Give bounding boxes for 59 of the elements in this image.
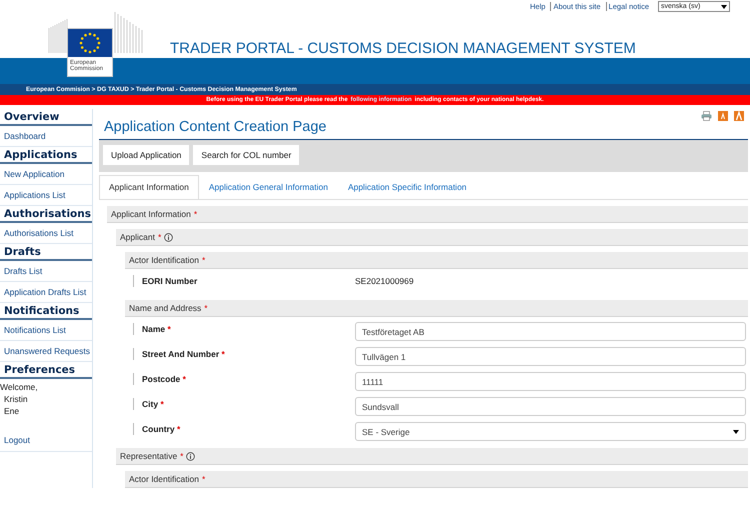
- tab[interactable]: Application Specific Information: [338, 175, 477, 199]
- font-smaller-icon[interactable]: [718, 111, 728, 121]
- required-marker: *: [168, 324, 171, 334]
- sidebar-item[interactable]: Dashboard: [0, 126, 92, 147]
- field-value: SE2021000969: [355, 275, 414, 286]
- required-marker: *: [222, 349, 225, 359]
- section-title: Applicant: [120, 232, 155, 242]
- required-marker: *: [194, 209, 198, 219]
- text-input-field[interactable]: Sundsvall: [355, 397, 746, 416]
- tab[interactable]: Applicant Information: [99, 175, 199, 199]
- section-title: Applicant Information: [111, 209, 191, 219]
- required-marker: *: [158, 232, 162, 242]
- sidebar-item[interactable]: Notifications List: [0, 320, 92, 341]
- toolbar-button[interactable]: Search for COL number: [192, 144, 300, 166]
- field-label: Country: [142, 424, 175, 434]
- logout-link[interactable]: Logout: [4, 435, 30, 445]
- sidebar-heading: Applications: [0, 147, 92, 164]
- required-marker: *: [182, 374, 186, 384]
- flag-drawing: [68, 29, 112, 57]
- section-title: Actor Identification: [129, 474, 199, 484]
- section-title: Representative: [120, 451, 178, 461]
- sidebar-item[interactable]: Application Drafts List: [0, 282, 92, 303]
- text-input-field[interactable]: Testföretaget AB: [355, 322, 746, 341]
- field-label: Name: [142, 324, 166, 334]
- field-label: City: [142, 399, 158, 409]
- text-input-field[interactable]: 11111: [355, 372, 746, 391]
- required-marker: *: [202, 255, 206, 265]
- sidebar-item[interactable]: Drafts List: [0, 261, 92, 282]
- section-title: Name and Address: [129, 303, 202, 313]
- font-larger-icon[interactable]: [734, 111, 744, 121]
- required-marker: *: [202, 474, 206, 484]
- required-marker: *: [160, 399, 164, 409]
- sidebar-item[interactable]: Unanswered Requests: [0, 341, 92, 362]
- text-input-field[interactable]: Tullvägen 1: [355, 347, 746, 366]
- required-marker: *: [176, 424, 180, 434]
- sidebar-heading: Drafts: [0, 244, 92, 261]
- tab[interactable]: Application General Information: [198, 175, 338, 199]
- info-icon[interactable]: [164, 232, 174, 242]
- welcome-text: Welcome,: [0, 381, 39, 393]
- user-first-name: Kristin: [4, 394, 28, 404]
- sidebar-heading: Authorisations: [0, 206, 92, 223]
- user-last-name: Ene: [4, 406, 20, 416]
- sidebar-heading: Preferences: [0, 362, 92, 379]
- dropdown-field[interactable]: SE - Sverige: [355, 422, 746, 441]
- sidebar-item[interactable]: New Application: [0, 164, 92, 185]
- toolbar-button[interactable]: Upload Application: [102, 144, 190, 166]
- sidebar-heading: Notifications: [0, 303, 92, 320]
- site-title: TRADER PORTAL - CUSTOMS DECISION MANAGEMENT SYSTEM: [170, 40, 636, 57]
- sidebar-item[interactable]: Authorisations List: [0, 223, 92, 244]
- print-icon[interactable]: [701, 111, 712, 121]
- sidebar-heading: Overview: [0, 109, 92, 126]
- field-label: EORI Number: [142, 276, 198, 286]
- field-label: Street And Number: [142, 349, 220, 359]
- sidebar-item[interactable]: Applications List: [0, 185, 92, 206]
- section-title: Actor Identification: [129, 255, 199, 265]
- required-marker: *: [180, 451, 184, 461]
- info-icon[interactable]: [186, 452, 196, 460]
- required-marker: *: [204, 303, 208, 313]
- field-label: Postcode: [142, 374, 180, 384]
